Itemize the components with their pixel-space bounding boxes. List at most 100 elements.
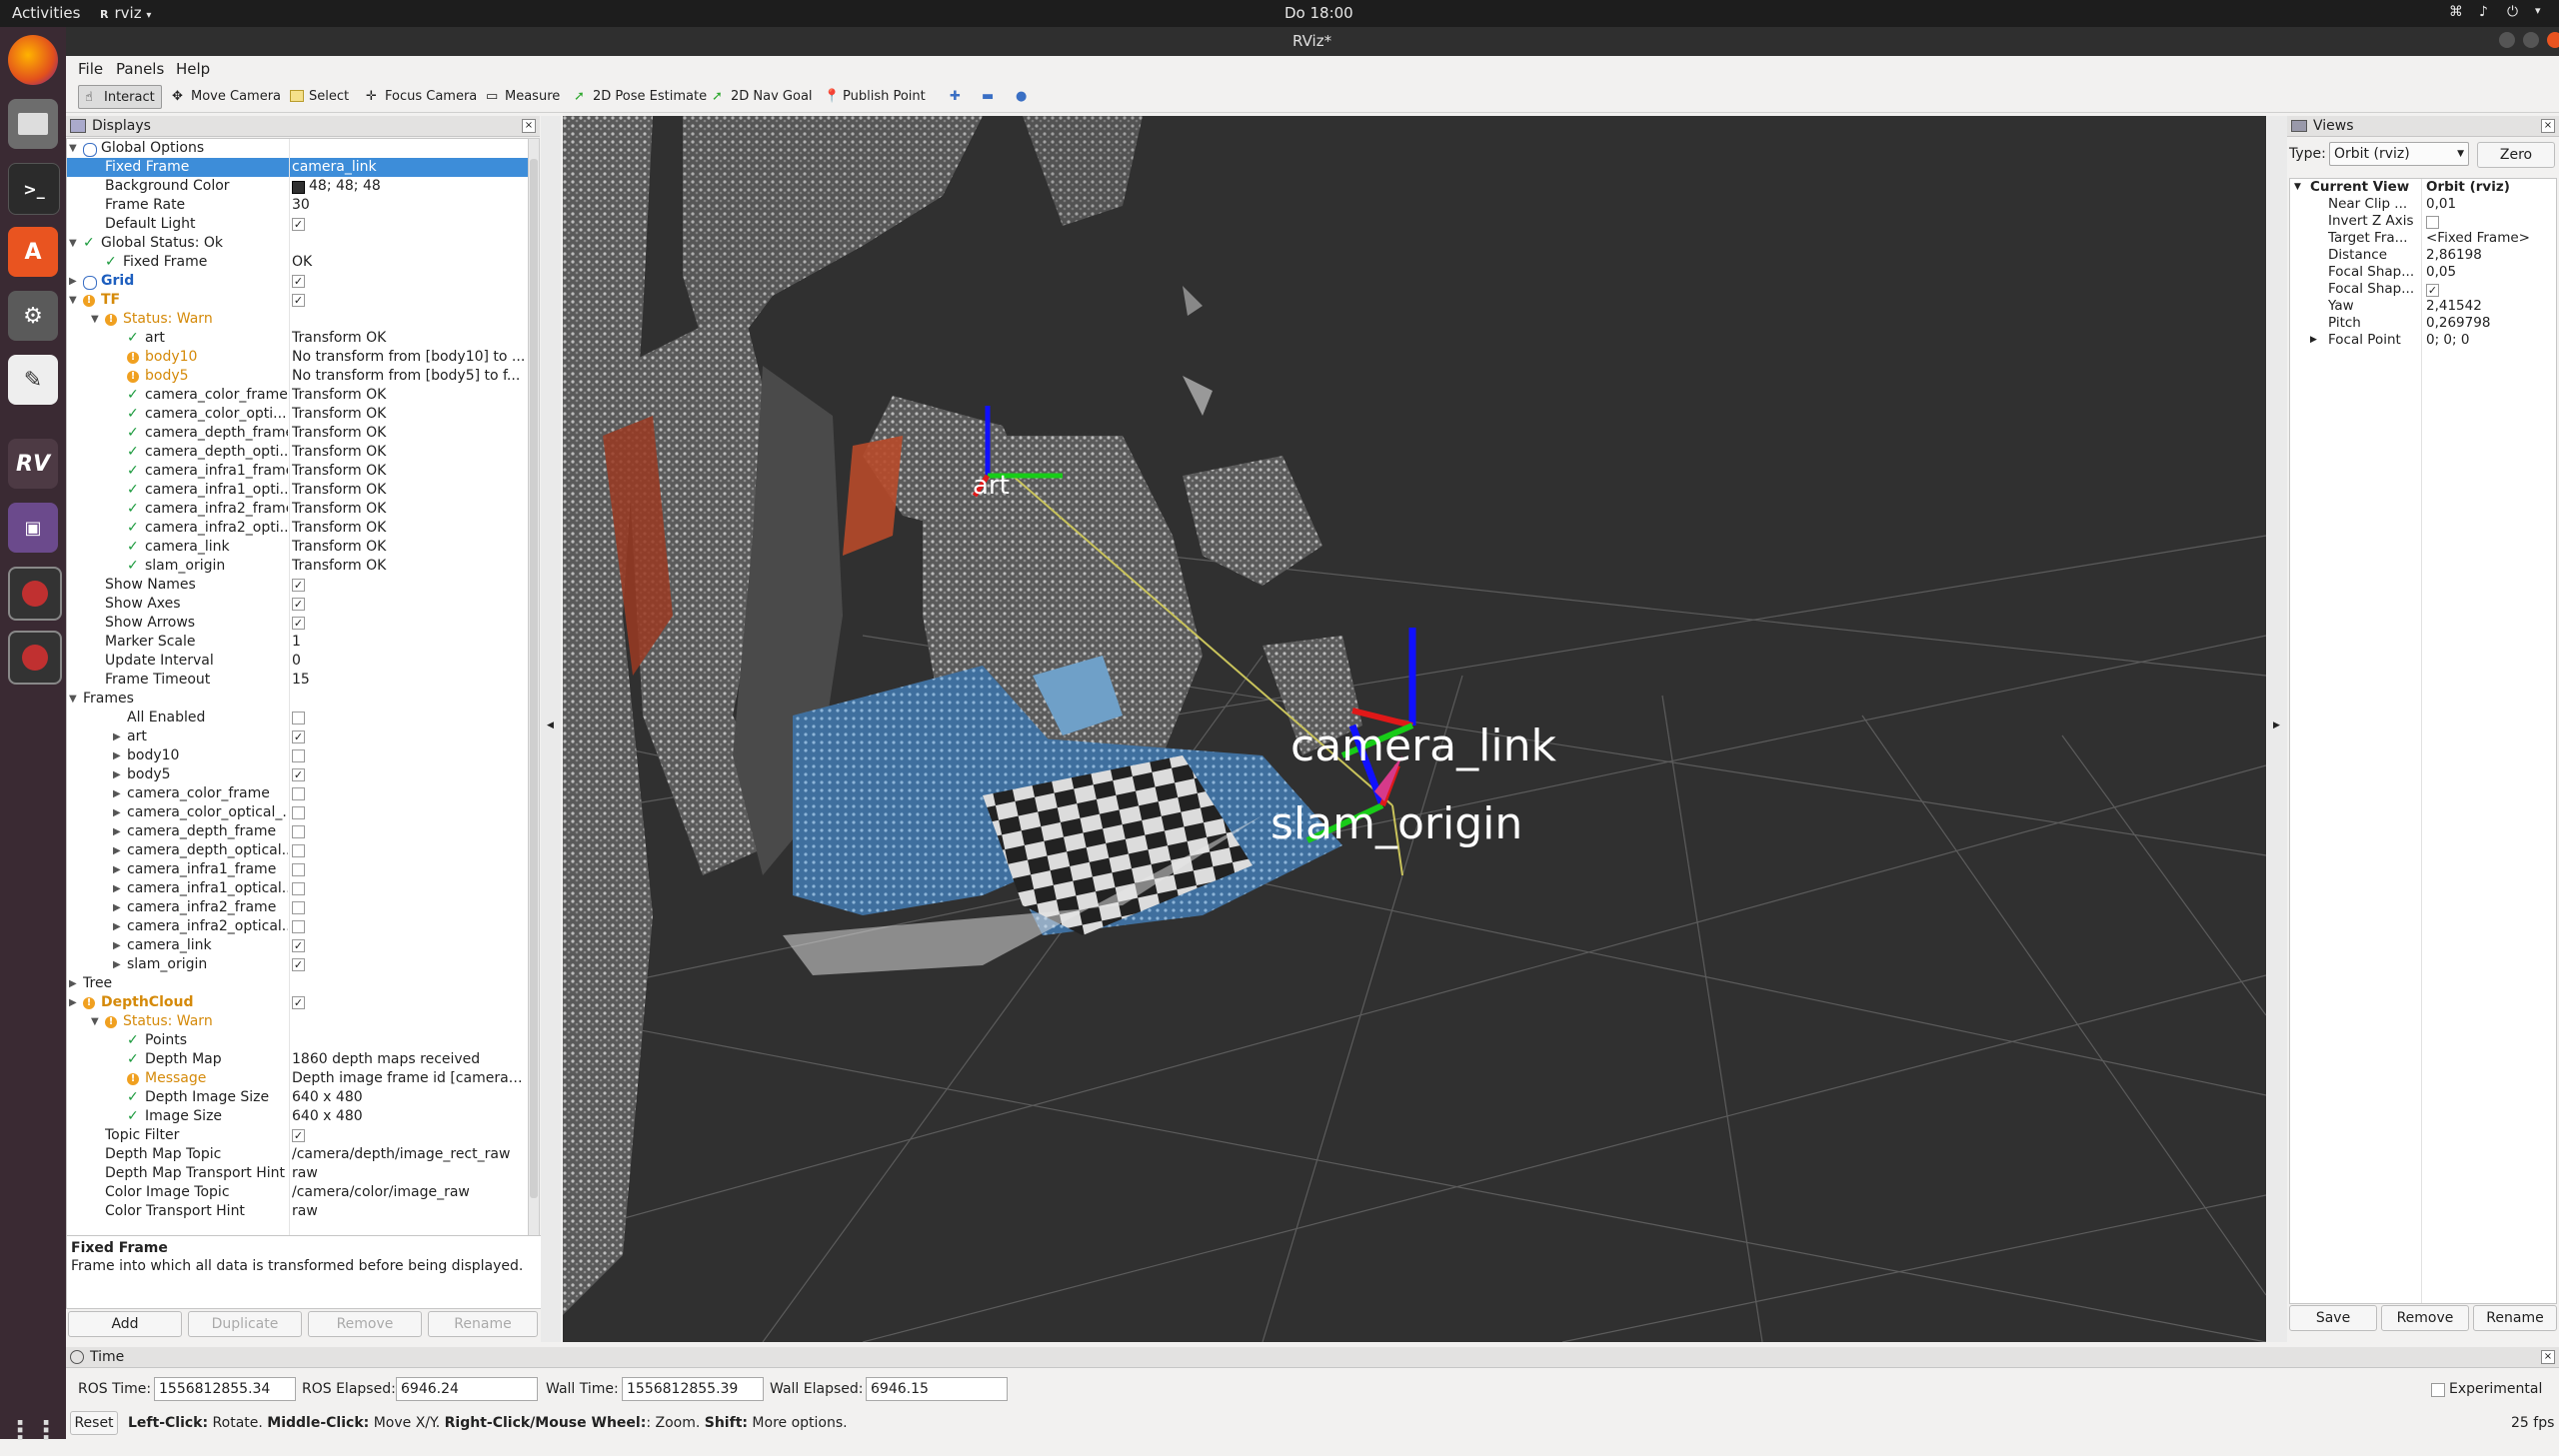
display-row-checkbox[interactable]: ✓ bbox=[292, 275, 305, 288]
ros-time-field[interactable]: 1556812855.34 bbox=[154, 1377, 296, 1401]
display-tree-row[interactable]: ▼! TF ✓ bbox=[67, 291, 529, 310]
select-tool[interactable]: Select bbox=[284, 85, 355, 107]
display-tree-row[interactable]: ✓ Depth Image Size 640 x 480 bbox=[67, 1088, 529, 1107]
display-row-value[interactable]: Transform OK bbox=[292, 538, 527, 557]
display-row-value[interactable]: OK bbox=[292, 253, 527, 272]
view-property-row[interactable]: ▶ Focal Point 0; 0; 0 bbox=[2290, 332, 2556, 349]
view-property-row[interactable]: Target Fra... <Fixed Frame> bbox=[2290, 230, 2556, 247]
display-row-value[interactable]: 48; 48; 48 bbox=[309, 177, 529, 196]
clock[interactable]: Do 18:00 bbox=[1284, 4, 1353, 22]
expand-arrow-icon[interactable]: ▶ bbox=[2310, 332, 2317, 349]
display-tree-row[interactable]: ▶ body5 ✓ bbox=[67, 765, 529, 784]
display-row-value[interactable]: Transform OK bbox=[292, 462, 527, 481]
view-property-value[interactable]: 2,41542 bbox=[2426, 298, 2482, 315]
expand-arrow-icon[interactable]: ▶ bbox=[113, 822, 121, 841]
collapse-arrow-icon[interactable]: ▼ bbox=[69, 291, 77, 310]
display-tree-row[interactable]: ✓ camera_depth_opti... Transform OK bbox=[67, 443, 529, 462]
display-row-value[interactable]: Transform OK bbox=[292, 329, 527, 348]
display-row-value[interactable]: 640 x 480 bbox=[292, 1088, 527, 1107]
pose-estimate-tool[interactable]: ➚ 2D Pose Estimate bbox=[568, 85, 713, 107]
view-property-row[interactable]: Focal Shap... ✓ bbox=[2290, 281, 2556, 298]
display-tree-row[interactable]: ▶ camera_infra1_frame bbox=[67, 860, 529, 879]
display-tree-row[interactable]: ✓ slam_origin Transform OK bbox=[67, 557, 529, 576]
display-tree-row[interactable]: ▶ camera_infra2_frame bbox=[67, 898, 529, 917]
view-property-row[interactable]: Pitch 0,269798 bbox=[2290, 315, 2556, 332]
duplicate-display-button[interactable]: Duplicate bbox=[188, 1311, 302, 1337]
display-row-value[interactable]: 30 bbox=[292, 196, 527, 215]
menu-panels[interactable]: Panels bbox=[116, 60, 164, 78]
display-tree-row[interactable]: ▶ body10 bbox=[67, 746, 529, 765]
view-property-value[interactable]: 0; 0; 0 bbox=[2426, 332, 2469, 349]
display-tree-row[interactable]: ✓ camera_link Transform OK bbox=[67, 538, 529, 557]
display-tree-row[interactable]: ▶ camera_color_frame bbox=[67, 784, 529, 803]
expand-arrow-icon[interactable]: ▶ bbox=[113, 860, 121, 879]
scrollbar-thumb[interactable] bbox=[530, 159, 538, 1198]
display-row-value[interactable]: Depth image frame id [camera_... bbox=[292, 1069, 527, 1088]
display-tree-row[interactable]: ✓ Image Size 640 x 480 bbox=[67, 1107, 529, 1126]
display-row-value[interactable]: No transform from [body5] to f... bbox=[292, 367, 527, 386]
display-tree-row[interactable]: Background Color 48; 48; 48 bbox=[67, 177, 529, 196]
display-tree-row[interactable]: Color Image Topic/camera/color/image_raw bbox=[67, 1183, 529, 1202]
menu-file[interactable]: File bbox=[78, 60, 103, 78]
display-row-value[interactable]: Transform OK bbox=[292, 500, 527, 519]
view-property-value[interactable]: <Fixed Frame> bbox=[2426, 230, 2530, 247]
view-property-row[interactable]: Distance 2,86198 bbox=[2290, 247, 2556, 264]
display-tree-row[interactable]: ! Message Depth image frame id [camera_... bbox=[67, 1069, 529, 1088]
settings-icon[interactable]: ⚙ bbox=[8, 291, 58, 341]
expand-arrow-icon[interactable]: ▶ bbox=[113, 898, 121, 917]
rviz-icon[interactable]: RV bbox=[8, 439, 58, 489]
view-property-row[interactable]: Invert Z Axis bbox=[2290, 213, 2556, 230]
display-tree-row[interactable]: ▶ camera_infra2_optical... bbox=[67, 917, 529, 936]
expand-arrow-icon[interactable]: ▶ bbox=[113, 955, 121, 974]
save-view-button[interactable]: Save bbox=[2289, 1305, 2377, 1331]
remove-display-button[interactable]: Remove bbox=[308, 1311, 422, 1337]
nav-goal-tool[interactable]: ➚ 2D Nav Goal bbox=[706, 85, 819, 107]
display-tree-row[interactable]: ▶! DepthCloud ✓ bbox=[67, 993, 529, 1012]
display-row-checkbox[interactable] bbox=[292, 749, 305, 762]
display-tree-row[interactable]: ✓ camera_depth_frame Transform OK bbox=[67, 424, 529, 443]
display-row-value[interactable]: /camera/depth/image_rect_raw bbox=[292, 1145, 527, 1164]
interact-tool[interactable]: ☝ Interact bbox=[78, 85, 162, 109]
display-row-value[interactable]: Transform OK bbox=[292, 386, 527, 405]
display-row-value[interactable]: Transform OK bbox=[292, 443, 527, 462]
display-row-checkbox[interactable]: ✓ bbox=[292, 579, 305, 592]
wall-elapsed-field[interactable]: 6946.15 bbox=[866, 1377, 1008, 1401]
focus-camera-tool[interactable]: ✛ Focus Camera bbox=[360, 85, 483, 107]
ros-elapsed-field[interactable]: 6946.24 bbox=[396, 1377, 538, 1401]
color-swatch[interactable] bbox=[292, 181, 305, 194]
display-tree-row[interactable]: ✓ camera_infra2_opti... Transform OK bbox=[67, 519, 529, 538]
display-tree-row[interactable]: ▼ Global Options bbox=[67, 139, 529, 158]
display-tree-row[interactable]: Show Names ✓ bbox=[67, 576, 529, 595]
display-tree-row[interactable]: ! body5 No transform from [body5] to f... bbox=[67, 367, 529, 386]
publish-point-tool[interactable]: 📍 Publish Point bbox=[818, 85, 932, 107]
display-tree-row[interactable]: Frame Rate 30 bbox=[67, 196, 529, 215]
zero-view-button[interactable]: Zero bbox=[2477, 142, 2555, 168]
view-property-value[interactable]: 0,01 bbox=[2426, 196, 2456, 213]
display-row-value[interactable]: 15 bbox=[292, 671, 527, 690]
add-display-button[interactable]: Add bbox=[68, 1311, 182, 1337]
tool-properties-icon[interactable]: ● bbox=[1010, 85, 1033, 107]
expand-arrow-icon[interactable]: ▶ bbox=[113, 746, 121, 765]
remove-tool-icon[interactable]: ▬ bbox=[976, 85, 1000, 107]
display-tree-row[interactable]: Depth Map Topic/camera/depth/image_rect_… bbox=[67, 1145, 529, 1164]
experimental-checkbox[interactable] bbox=[2431, 1383, 2445, 1397]
display-row-checkbox[interactable] bbox=[292, 712, 305, 725]
display-tree-row[interactable]: ▼! Status: Warn bbox=[67, 1012, 529, 1031]
display-tree-row[interactable]: ✓ camera_infra1_frame Transform OK bbox=[67, 462, 529, 481]
display-tree-row[interactable]: ▶ Grid ✓ bbox=[67, 272, 529, 291]
expand-arrow-icon[interactable]: ▶ bbox=[69, 993, 77, 1012]
view-property-row[interactable]: Yaw 2,41542 bbox=[2290, 298, 2556, 315]
display-tree-row[interactable]: ✓ camera_color_opti... Transform OK bbox=[67, 405, 529, 424]
close-panel-icon[interactable]: × bbox=[2541, 119, 2555, 133]
move-camera-tool[interactable]: ✥ Move Camera bbox=[166, 85, 287, 107]
expand-arrow-icon[interactable]: ▶ bbox=[113, 917, 121, 936]
software-center-icon[interactable]: A bbox=[8, 227, 58, 277]
display-row-value[interactable]: Transform OK bbox=[292, 424, 527, 443]
display-row-checkbox[interactable]: ✓ bbox=[292, 617, 305, 630]
display-tree-row[interactable]: ▶ slam_origin ✓ bbox=[67, 955, 529, 974]
display-tree-row[interactable]: ▼! Status: Warn bbox=[67, 310, 529, 329]
display-tree-row[interactable]: ▶ Tree bbox=[67, 974, 529, 993]
expand-arrow-icon[interactable]: ▶ bbox=[113, 784, 121, 803]
show-applications-icon[interactable]: ⋮⋮ bbox=[7, 1406, 59, 1456]
display-tree-row[interactable]: ✓ Fixed Frame OK bbox=[67, 253, 529, 272]
